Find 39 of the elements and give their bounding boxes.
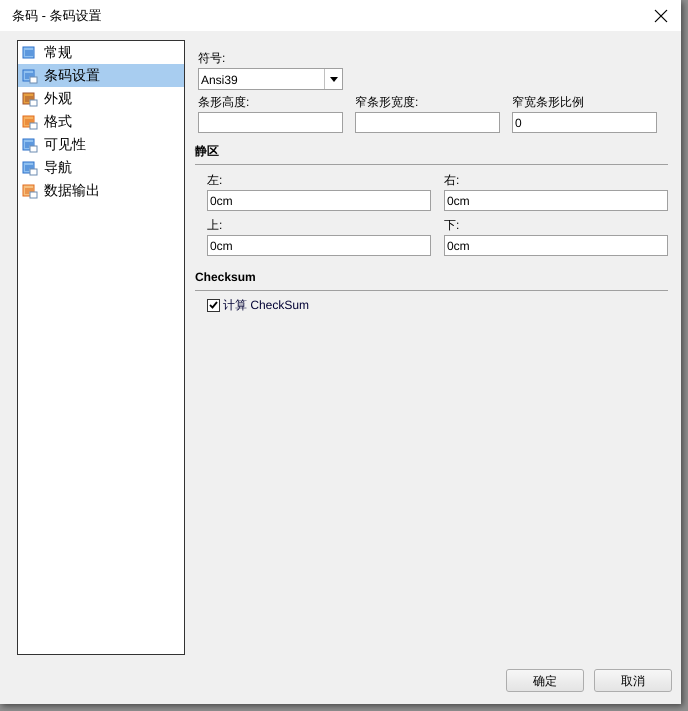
- panel-icon: [22, 68, 38, 84]
- input-field[interactable]: [355, 112, 500, 133]
- dialog-button[interactable]: 确定: [506, 669, 584, 692]
- section-heading: 静区: [195, 143, 219, 160]
- input-field[interactable]: 0cm: [207, 235, 431, 256]
- check-icon: [209, 301, 218, 309]
- panel-icon: [22, 160, 38, 176]
- caret-icon: [330, 76, 338, 82]
- panel-icon: [22, 114, 38, 130]
- panel-icon: [22, 90, 38, 106]
- field-label: 下:: [444, 217, 460, 234]
- checkbox-label: 计算 CheckSum: [223, 297, 310, 314]
- field-label: 符号:: [198, 50, 226, 67]
- sidebar-item[interactable]: 可见性: [18, 133, 184, 156]
- close-icon: [654, 8, 668, 22]
- field-label: 条形高度:: [198, 94, 250, 111]
- window-title: 条码 - 条码设置: [12, 6, 102, 25]
- sidebar-item[interactable]: 外观: [18, 87, 184, 110]
- sidebar-item[interactable]: 格式: [18, 110, 184, 133]
- section-heading: Checksum: [195, 269, 256, 286]
- input-field[interactable]: 0: [512, 112, 657, 133]
- input-field[interactable]: 0cm: [207, 190, 431, 211]
- input-field[interactable]: 0cm: [444, 235, 668, 256]
- sidebar-item[interactable]: 条码设置: [18, 64, 184, 87]
- input-field[interactable]: 0cm: [444, 190, 668, 211]
- field-label: 左:: [207, 172, 222, 189]
- panel-icon: [22, 182, 38, 198]
- dialog-button[interactable]: 取消: [594, 669, 672, 692]
- symbol-dropdown[interactable]: Ansi39: [198, 68, 343, 90]
- field-label: 窄条形宽度:: [355, 94, 418, 111]
- panel-icon: [22, 136, 38, 152]
- field-label: 窄宽条形比例: [512, 94, 584, 111]
- checkbox[interactable]: [207, 298, 220, 312]
- input-field[interactable]: [198, 112, 343, 133]
- field-label: 上:: [207, 217, 222, 234]
- sidebar-item[interactable]: 常规: [18, 41, 184, 64]
- field-label: 右:: [444, 172, 460, 189]
- sidebar-item[interactable]: 导航: [18, 156, 184, 179]
- sidebar-item[interactable]: 数据输出: [18, 179, 184, 202]
